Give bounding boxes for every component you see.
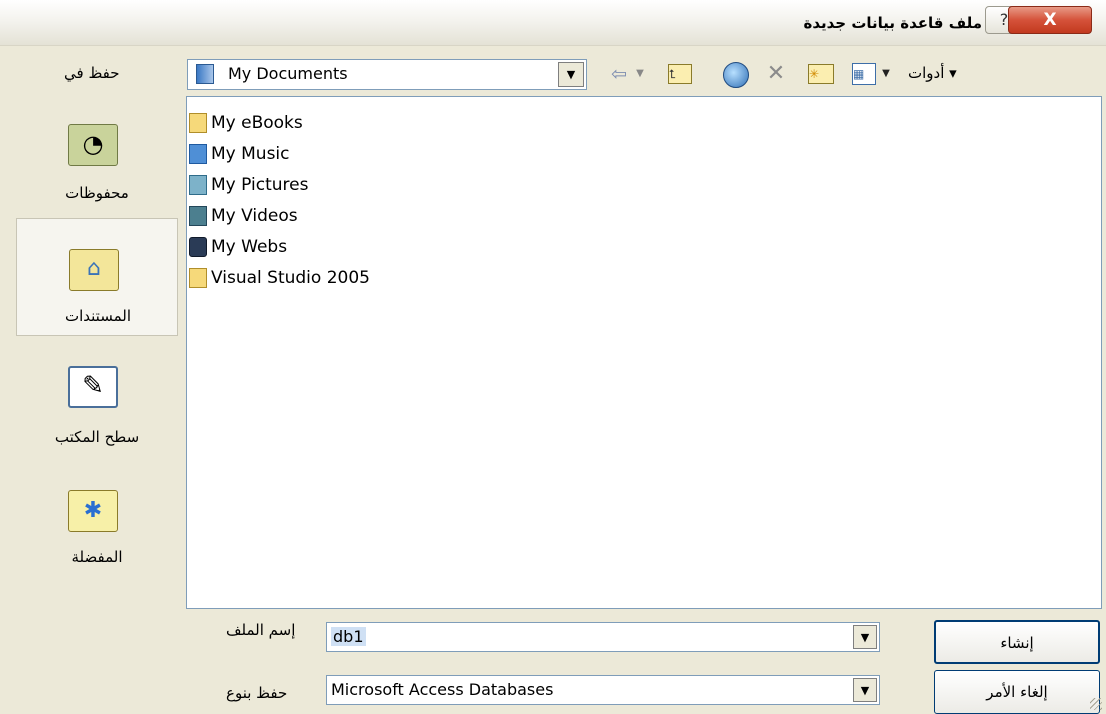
- history-icon: ◔: [68, 124, 118, 166]
- save-as-type-value: Microsoft Access Databases: [331, 680, 554, 699]
- chevron-down-icon[interactable]: ▼: [853, 625, 877, 649]
- save-as-type-select[interactable]: Microsoft Access Databases ▼: [326, 675, 880, 705]
- places-bar: ◔ محفوظات ⌂ المستندات ✎ سطح المكتب ✱ الم…: [16, 96, 178, 608]
- place-history[interactable]: ◔ محفوظات: [16, 96, 178, 214]
- cancel-button[interactable]: إلغاء الأمر: [934, 670, 1100, 714]
- back-arrow-icon[interactable]: ⇦: [606, 60, 632, 88]
- new-folder-icon[interactable]: ✳: [808, 64, 834, 84]
- place-label: محفوظات: [65, 184, 129, 202]
- music-folder-icon: [189, 144, 207, 164]
- resize-grip[interactable]: [1090, 698, 1102, 710]
- back-dropdown-icon[interactable]: ▼: [634, 60, 646, 88]
- save-in-label: حفظ في: [64, 64, 120, 82]
- tools-menu[interactable]: ▾ أدوات: [908, 64, 957, 82]
- file-name-label: إسم الملف: [226, 621, 296, 639]
- file-name: Visual Studio 2005: [211, 268, 370, 288]
- place-label: سطح المكتب: [54, 428, 140, 446]
- file-name: My Webs: [211, 237, 288, 257]
- list-item[interactable]: My Videos: [189, 202, 298, 230]
- chevron-down-icon[interactable]: ▼: [853, 678, 877, 702]
- create-button[interactable]: إنشاء: [934, 620, 1100, 664]
- folder-icon: [189, 113, 207, 133]
- delete-icon[interactable]: ✕: [764, 60, 788, 88]
- desktop-icon: ✎: [68, 366, 118, 408]
- list-item[interactable]: My eBooks: [189, 109, 303, 137]
- file-name: My Music: [211, 144, 290, 164]
- list-item[interactable]: Visual Studio 2005: [189, 264, 370, 292]
- title-bar: ملف قاعدة بيانات جديدة ? X: [0, 0, 1106, 46]
- search-web-icon[interactable]: [723, 62, 749, 88]
- place-desktop[interactable]: ✎ سطح المكتب: [16, 340, 178, 458]
- file-name: My eBooks: [211, 113, 303, 133]
- file-name-value: db1: [331, 627, 366, 646]
- my-documents-icon: [196, 64, 214, 84]
- place-favorites[interactable]: ✱ المفضلة: [16, 462, 178, 580]
- window-title: ملف قاعدة بيانات جديدة: [803, 14, 982, 32]
- file-list[interactable]: My eBooks My Music My Pictures My Videos…: [186, 96, 1102, 609]
- location-dropdown[interactable]: My Documents ▼: [187, 59, 587, 90]
- webs-folder-icon: [189, 237, 207, 257]
- place-label: المفضلة: [71, 548, 123, 566]
- list-item[interactable]: My Music: [189, 140, 290, 168]
- favorites-icon: ✱: [68, 490, 118, 532]
- views-dropdown-icon[interactable]: ▼: [880, 60, 892, 88]
- location-value: My Documents: [228, 64, 348, 83]
- chevron-down-icon[interactable]: ▼: [558, 62, 584, 87]
- folder-icon: [189, 268, 207, 288]
- videos-folder-icon: [189, 206, 207, 226]
- file-name-input[interactable]: db1 ▼: [326, 622, 880, 652]
- list-item[interactable]: My Pictures: [189, 171, 308, 199]
- up-one-level-icon[interactable]: ⮤: [668, 64, 692, 84]
- views-icon[interactable]: ▦: [852, 63, 876, 85]
- file-name: My Pictures: [211, 175, 309, 195]
- my-documents-icon: ⌂: [69, 249, 119, 291]
- pictures-folder-icon: [189, 175, 207, 195]
- list-item[interactable]: My Webs: [189, 233, 287, 261]
- close-button[interactable]: X: [1008, 6, 1092, 34]
- save-as-type-label: حفظ بنوع: [226, 684, 288, 702]
- file-name: My Videos: [211, 206, 298, 226]
- place-my-documents[interactable]: ⌂ المستندات: [16, 218, 178, 336]
- place-label: المستندات: [64, 307, 131, 325]
